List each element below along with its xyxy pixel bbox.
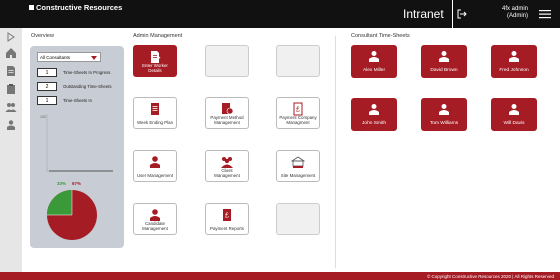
consultant-name: Tom Williams	[429, 121, 459, 126]
consultant-name: John Smith	[362, 121, 386, 126]
user-menu-button[interactable]	[535, 0, 555, 28]
tile-label: Payment Method Management	[210, 115, 244, 125]
consultant-select-value: All Consultants	[40, 55, 71, 60]
user-role: (Admin)	[506, 13, 528, 19]
svg-text:£: £	[225, 213, 229, 220]
client-group-icon	[221, 157, 233, 168]
tile-label: Candidate Management	[142, 221, 168, 231]
sidebar-item-documents[interactable]	[4, 64, 18, 78]
stat-in-value: 1	[37, 96, 57, 105]
person-icon	[369, 51, 379, 62]
tile-site-management[interactable]: Site Management	[276, 150, 320, 182]
tile-payment-company-management[interactable]: £ Payment Company Managment	[276, 97, 320, 129]
tile-label: Client Management	[214, 168, 240, 178]
copyright-text: © Copyright Constructive Resources 2020 …	[426, 273, 554, 279]
pie-slice-green	[47, 190, 72, 215]
person-icon	[509, 104, 519, 115]
svg-text:£: £	[296, 107, 300, 114]
logo[interactable]: Constructive Resources	[29, 4, 122, 12]
home-icon	[6, 48, 16, 58]
footer: © Copyright Constructive Resources 2020 …	[0, 272, 560, 280]
tile-enter-worker-details[interactable]: Enter Worker Details	[133, 45, 177, 77]
tile-payment-reports[interactable]: £ Payment Reports	[205, 203, 249, 235]
sidebar-toggle[interactable]	[4, 30, 18, 44]
consultant-name: David Brown	[430, 68, 458, 73]
consultant-name: Will Davis	[503, 121, 525, 126]
tile-candidate-management[interactable]: Candidate Management	[133, 203, 177, 235]
consultants-title: Consultant Time-Sheets	[351, 33, 410, 39]
person-icon	[439, 104, 449, 115]
tile-label: Week Ending Plan	[136, 120, 174, 125]
consultant-tile-fred-johnson[interactable]: Fred Johnson	[491, 45, 537, 78]
pie-green-label: 33%	[57, 181, 67, 186]
tile-payment-method-management[interactable]: Payment Method Management	[205, 97, 249, 129]
logo-mark-icon	[29, 5, 34, 10]
payment-method-icon	[222, 103, 234, 115]
candidate-icon	[150, 209, 160, 221]
consultant-tile-david-brown[interactable]: David Brown	[421, 45, 467, 78]
header-divider	[452, 0, 453, 28]
worker-icon	[7, 120, 15, 130]
page-title: Intranet	[403, 7, 444, 21]
pound-document-icon: £	[293, 102, 303, 116]
chart-axis-label: 100	[40, 115, 46, 119]
tile-label: Enter Worker Details	[142, 63, 168, 73]
user-icon	[150, 156, 160, 168]
building-icon	[291, 156, 305, 168]
list-document-icon	[151, 103, 159, 115]
consultant-tile-will-davis[interactable]: Will Davis	[491, 98, 537, 131]
hamburger-icon	[539, 10, 551, 19]
logout-button[interactable]	[455, 0, 469, 28]
person-icon	[439, 51, 449, 62]
clipboard-icon	[7, 84, 15, 94]
sidebar-item-clients[interactable]	[4, 100, 18, 114]
user-info: 4fx admin (Admin)	[472, 6, 528, 20]
timesheet-pie-chart: 33% 67%	[45, 176, 101, 242]
logo-text: Constructive Resources	[36, 3, 123, 12]
tile-empty-1	[205, 45, 249, 77]
person-icon	[369, 104, 379, 115]
tile-client-management[interactable]: Client Management	[205, 150, 249, 182]
top-bar: Constructive Resources Intranet 4fx admi…	[0, 0, 560, 28]
tile-empty-2	[276, 45, 320, 77]
document-edit-icon	[151, 51, 161, 63]
overview-panel: All Consultants 1 Time-Sheets In Progres…	[30, 46, 124, 248]
group-icon	[5, 103, 17, 112]
consultant-tile-alex-miller[interactable]: Alex Miller	[351, 45, 397, 78]
play-arrow-icon	[7, 32, 15, 42]
tile-label: Payment Company Managment	[279, 115, 317, 125]
tile-empty-3	[276, 203, 320, 235]
overview-title: Overview	[31, 33, 54, 39]
section-divider	[335, 36, 336, 268]
tile-user-management[interactable]: User Management	[133, 150, 177, 182]
stat-in-progress-value: 1	[37, 68, 57, 77]
sidebar-item-home[interactable]	[4, 46, 18, 60]
timesheet-bar-chart: 100	[37, 110, 117, 180]
document-icon	[7, 66, 15, 76]
stat-in-label: Time-Sheets In	[63, 98, 92, 103]
sidebar	[0, 28, 22, 272]
tile-label: Site Management	[280, 173, 316, 178]
consultant-tile-tom-williams[interactable]: Tom Williams	[421, 98, 467, 131]
consultant-select[interactable]: All Consultants	[37, 52, 101, 62]
pie-red-label: 67%	[72, 181, 82, 186]
user-name: 4fx admin	[501, 6, 528, 12]
consultant-name: Alex Miller	[362, 68, 386, 73]
tile-week-ending-plan[interactable]: Week Ending Plan	[133, 97, 177, 129]
stat-in-progress-label: Time-Sheets In Progress	[63, 70, 111, 75]
stat-outstanding-value: 2	[37, 82, 57, 91]
admin-title: Admin Management	[133, 33, 183, 39]
tile-label: User Management	[136, 173, 174, 178]
pound-report-icon: £	[223, 209, 231, 221]
person-icon	[509, 51, 519, 62]
consultant-name: Fred Johnson	[499, 68, 529, 73]
logout-icon	[457, 9, 467, 19]
consultant-tile-john-smith[interactable]: John Smith	[351, 98, 397, 131]
sidebar-item-timesheets[interactable]	[4, 82, 18, 96]
sidebar-item-workers[interactable]	[4, 118, 18, 132]
stat-outstanding-label: Outstanding Time-Sheets	[63, 84, 112, 89]
tile-label: Payment Reports	[210, 226, 244, 231]
chevron-down-icon	[91, 56, 97, 60]
